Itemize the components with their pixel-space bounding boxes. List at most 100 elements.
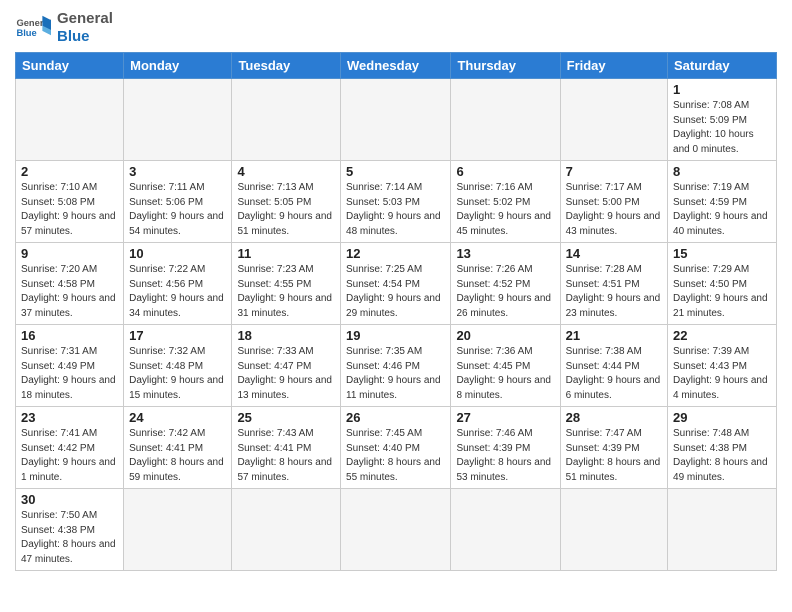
day-number: 16 [21, 328, 118, 343]
day-info: Sunrise: 7:17 AM Sunset: 5:00 PM Dayligh… [566, 181, 662, 239]
calendar-week-3: 16 Sunrise: 7:31 AM Sunset: 4:49 PM Dayli… [16, 325, 777, 407]
day-number: 19 [346, 328, 445, 343]
calendar-cell [16, 79, 124, 161]
generalblue-logo-icon: General Blue [15, 10, 51, 46]
day-number: 18 [237, 328, 335, 343]
weekday-header-saturday: Saturday [668, 53, 777, 79]
calendar-cell: 30Sunrise: 7:50 AM Sunset: 4:38 PM Dayli… [16, 489, 124, 571]
calendar-week-2: 9Sunrise: 7:20 AM Sunset: 4:58 PM Daylig… [16, 243, 777, 325]
day-info: Sunrise: 7:38 AM Sunset: 4:44 PM Dayligh… [566, 345, 662, 403]
calendar-cell: 3 Sunrise: 7:11 AM Sunset: 5:06 PM Daylig… [124, 161, 232, 243]
day-number: 9 [21, 246, 118, 261]
calendar-cell: 12 Sunrise: 7:25 AM Sunset: 4:54 PM Dayli… [341, 243, 451, 325]
day-info: Sunrise: 7:43 AM Sunset: 4:41 PM Dayligh… [237, 427, 335, 485]
day-info: Sunrise: 7:22 AM Sunset: 4:56 PM Dayligh… [129, 263, 226, 321]
day-info: Sunrise: 7:11 AM Sunset: 5:06 PM Dayligh… [129, 181, 226, 239]
day-number: 21 [566, 328, 662, 343]
weekday-header-friday: Friday [560, 53, 667, 79]
day-number: 2 [21, 164, 118, 179]
calendar-cell [341, 79, 451, 161]
svg-text:Blue: Blue [16, 28, 36, 38]
day-number: 7 [566, 164, 662, 179]
calendar-cell: 15 Sunrise: 7:29 AM Sunset: 4:50 PM Dayli… [668, 243, 777, 325]
day-number: 15 [673, 246, 771, 261]
calendar-cell: 17Sunrise: 7:32 AM Sunset: 4:48 PM Dayli… [124, 325, 232, 407]
calendar-cell: 14 Sunrise: 7:28 AM Sunset: 4:51 PM Dayli… [560, 243, 667, 325]
day-info: Sunrise: 7:33 AM Sunset: 4:47 PM Dayligh… [237, 345, 335, 403]
calendar-header: SundayMondayTuesdayWednesdayThursdayFrid… [16, 53, 777, 79]
day-number: 29 [673, 410, 771, 425]
calendar-cell: 27 Sunrise: 7:46 AM Sunset: 4:39 PM Dayli… [451, 407, 560, 489]
logo-blue-text: Blue [57, 28, 113, 46]
day-info: Sunrise: 7:13 AM Sunset: 5:05 PM Dayligh… [237, 181, 335, 239]
day-info: Sunrise: 7:45 AM Sunset: 4:40 PM Dayligh… [346, 427, 445, 485]
day-info: Sunrise: 7:41 AM Sunset: 4:42 PM Dayligh… [21, 427, 118, 485]
calendar-table: SundayMondayTuesdayWednesdayThursdayFrid… [15, 52, 777, 571]
day-number: 12 [346, 246, 445, 261]
calendar-cell [232, 489, 341, 571]
calendar-cell: 23Sunrise: 7:41 AM Sunset: 4:42 PM Dayli… [16, 407, 124, 489]
day-info: Sunrise: 7:47 AM Sunset: 4:39 PM Dayligh… [566, 427, 662, 485]
day-number: 14 [566, 246, 662, 261]
weekday-header-tuesday: Tuesday [232, 53, 341, 79]
calendar-cell [451, 79, 560, 161]
calendar-cell [124, 79, 232, 161]
day-number: 13 [456, 246, 554, 261]
weekday-header-wednesday: Wednesday [341, 53, 451, 79]
day-number: 30 [21, 492, 118, 507]
calendar-cell: 13Sunrise: 7:26 AM Sunset: 4:52 PM Dayli… [451, 243, 560, 325]
day-info: Sunrise: 7:36 AM Sunset: 4:45 PM Dayligh… [456, 345, 554, 403]
day-info: Sunrise: 7:35 AM Sunset: 4:46 PM Dayligh… [346, 345, 445, 403]
day-number: 24 [129, 410, 226, 425]
day-info: Sunrise: 7:14 AM Sunset: 5:03 PM Dayligh… [346, 181, 445, 239]
day-info: Sunrise: 7:10 AM Sunset: 5:08 PM Dayligh… [21, 181, 118, 239]
calendar-cell: 18 Sunrise: 7:33 AM Sunset: 4:47 PM Dayli… [232, 325, 341, 407]
day-info: Sunrise: 7:31 AM Sunset: 4:49 PM Dayligh… [21, 345, 118, 403]
day-number: 8 [673, 164, 771, 179]
calendar-cell: 7 Sunrise: 7:17 AM Sunset: 5:00 PM Daylig… [560, 161, 667, 243]
page-header: General Blue General Blue [15, 10, 777, 46]
day-info: Sunrise: 7:28 AM Sunset: 4:51 PM Dayligh… [566, 263, 662, 321]
day-number: 20 [456, 328, 554, 343]
day-info: Sunrise: 7:39 AM Sunset: 4:43 PM Dayligh… [673, 345, 771, 403]
calendar-body: 1 Sunrise: 7:08 AM Sunset: 5:09 PM Daylig… [16, 79, 777, 571]
calendar-cell [232, 79, 341, 161]
day-number: 27 [456, 410, 554, 425]
weekday-header-thursday: Thursday [451, 53, 560, 79]
calendar-cell: 16 Sunrise: 7:31 AM Sunset: 4:49 PM Dayli… [16, 325, 124, 407]
day-info: Sunrise: 7:08 AM Sunset: 5:09 PM Dayligh… [673, 99, 771, 157]
calendar-cell: 2 Sunrise: 7:10 AM Sunset: 5:08 PM Daylig… [16, 161, 124, 243]
calendar-cell [560, 489, 667, 571]
calendar-cell: 9Sunrise: 7:20 AM Sunset: 4:58 PM Daylig… [16, 243, 124, 325]
calendar-week-1: 2 Sunrise: 7:10 AM Sunset: 5:08 PM Daylig… [16, 161, 777, 243]
day-info: Sunrise: 7:19 AM Sunset: 4:59 PM Dayligh… [673, 181, 771, 239]
calendar-cell: 21 Sunrise: 7:38 AM Sunset: 4:44 PM Dayli… [560, 325, 667, 407]
calendar-week-5: 30Sunrise: 7:50 AM Sunset: 4:38 PM Dayli… [16, 489, 777, 571]
calendar-cell: 26 Sunrise: 7:45 AM Sunset: 4:40 PM Dayli… [341, 407, 451, 489]
calendar-cell: 1 Sunrise: 7:08 AM Sunset: 5:09 PM Daylig… [668, 79, 777, 161]
day-number: 25 [237, 410, 335, 425]
calendar-cell: 28 Sunrise: 7:47 AM Sunset: 4:39 PM Dayli… [560, 407, 667, 489]
weekday-header-sunday: Sunday [16, 53, 124, 79]
calendar-cell [451, 489, 560, 571]
day-info: Sunrise: 7:46 AM Sunset: 4:39 PM Dayligh… [456, 427, 554, 485]
calendar-cell: 20 Sunrise: 7:36 AM Sunset: 4:45 PM Dayli… [451, 325, 560, 407]
logo: General Blue General Blue [15, 10, 113, 46]
day-info: Sunrise: 7:25 AM Sunset: 4:54 PM Dayligh… [346, 263, 445, 321]
logo-general-text: General [57, 10, 113, 28]
calendar-week-4: 23Sunrise: 7:41 AM Sunset: 4:42 PM Dayli… [16, 407, 777, 489]
calendar-cell: 25 Sunrise: 7:43 AM Sunset: 4:41 PM Dayli… [232, 407, 341, 489]
calendar-cell: 5 Sunrise: 7:14 AM Sunset: 5:03 PM Daylig… [341, 161, 451, 243]
day-number: 28 [566, 410, 662, 425]
day-number: 1 [673, 82, 771, 97]
day-number: 4 [237, 164, 335, 179]
calendar-cell: 11Sunrise: 7:23 AM Sunset: 4:55 PM Dayli… [232, 243, 341, 325]
calendar-cell: 4 Sunrise: 7:13 AM Sunset: 5:05 PM Daylig… [232, 161, 341, 243]
day-info: Sunrise: 7:29 AM Sunset: 4:50 PM Dayligh… [673, 263, 771, 321]
day-number: 26 [346, 410, 445, 425]
calendar-cell: 8 Sunrise: 7:19 AM Sunset: 4:59 PM Daylig… [668, 161, 777, 243]
weekday-header-row: SundayMondayTuesdayWednesdayThursdayFrid… [16, 53, 777, 79]
day-number: 5 [346, 164, 445, 179]
calendar-cell [668, 489, 777, 571]
day-number: 3 [129, 164, 226, 179]
